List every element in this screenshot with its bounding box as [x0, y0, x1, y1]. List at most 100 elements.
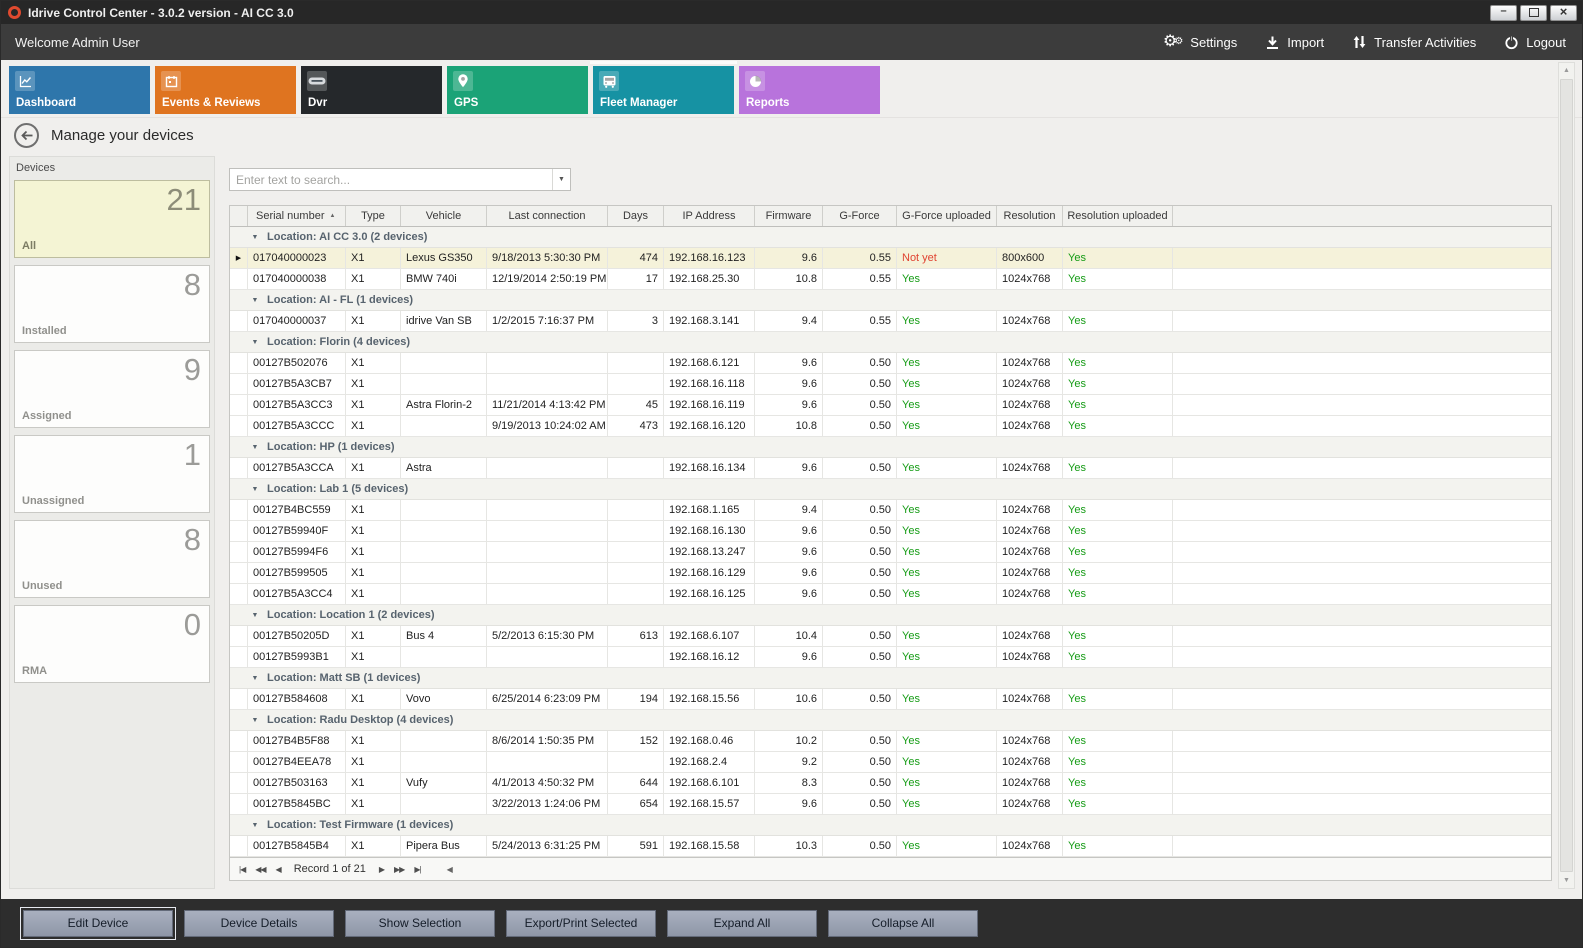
search-input[interactable] [230, 173, 552, 187]
table-row[interactable]: 00127B5845BCX13/22/2013 1:24:06 PM654192… [230, 794, 1551, 815]
table-row[interactable]: 00127B5993B1X1192.168.16.129.60.50Yes102… [230, 647, 1551, 668]
minimize-icon[interactable] [1490, 5, 1517, 21]
vertical-scrollbar[interactable] [1558, 62, 1575, 889]
filter-card-assigned[interactable]: 9Assigned [14, 350, 210, 428]
collapse-all-button[interactable]: Collapse All [828, 910, 978, 937]
close-icon[interactable] [1550, 5, 1577, 21]
tab-dashboard[interactable]: Dashboard [9, 66, 150, 114]
action-transfer[interactable]: Transfer Activities [1352, 35, 1476, 50]
group-row-location-ai-cc-3-0-2-devices[interactable]: Location: AI CC 3.0 (2 devices) [230, 227, 1551, 248]
tab-gps[interactable]: GPS [447, 66, 588, 114]
action-logout[interactable]: Logout [1504, 35, 1566, 50]
filter-card-all[interactable]: 21All [14, 180, 210, 258]
table-row[interactable]: 017040000037X1idrive Van SB1/2/2015 7:16… [230, 311, 1551, 332]
search-combobox[interactable] [229, 168, 571, 191]
action-settings[interactable]: ⚙⚙Settings [1163, 34, 1237, 50]
cell-vehicle [401, 542, 487, 562]
group-row-location-hp-1-devices[interactable]: Location: HP (1 devices) [230, 437, 1551, 458]
group-row-location-florin-4-devices[interactable]: Location: Florin (4 devices) [230, 332, 1551, 353]
prev-record-button[interactable] [275, 865, 282, 874]
cell-resolution-uploaded: Yes [1063, 794, 1173, 814]
group-row-location-test-firmware-1-devices[interactable]: Location: Test Firmware (1 devices) [230, 815, 1551, 836]
table-row[interactable]: 00127B5845B4X1Pipera Bus5/24/2013 6:31:2… [230, 836, 1551, 857]
line-chart-icon [15, 71, 35, 91]
group-row-location-matt-sb-1-devices[interactable]: Location: Matt SB (1 devices) [230, 668, 1551, 689]
column-header-firmware[interactable]: Firmware [755, 206, 823, 226]
device-details-button[interactable]: Device Details [184, 910, 334, 937]
back-button[interactable] [14, 123, 39, 148]
collapse-icon[interactable] [250, 234, 260, 241]
tab-dvr[interactable]: Dvr [301, 66, 442, 114]
prev-page-button[interactable] [254, 865, 266, 874]
table-row[interactable]: 00127B4EEA78X1192.168.2.49.20.50Yes1024x… [230, 752, 1551, 773]
expand-all-button[interactable]: Expand All [667, 910, 817, 937]
column-header-resolution-uploaded[interactable]: Resolution uploaded [1063, 206, 1173, 226]
h-scroll-left-icon[interactable] [446, 865, 453, 874]
show-selection-button[interactable]: Show Selection [345, 910, 495, 937]
filter-card-unused[interactable]: 8Unused [14, 520, 210, 598]
column-header-g-force[interactable]: G-Force [823, 206, 897, 226]
table-row[interactable]: 017040000038X1BMW 740i12/19/2014 2:50:19… [230, 269, 1551, 290]
column-header-g-force-uploaded[interactable]: G-Force uploaded [897, 206, 997, 226]
table-row[interactable]: 00127B4B5F88X18/6/2014 1:50:35 PM152192.… [230, 731, 1551, 752]
title-bar[interactable]: Idrive Control Center - 3.0.2 version - … [1, 1, 1582, 24]
column-header-resolution[interactable]: Resolution [997, 206, 1063, 226]
filter-card-installed[interactable]: 8Installed [14, 265, 210, 343]
collapse-icon[interactable] [250, 444, 260, 451]
next-page-button[interactable] [393, 865, 405, 874]
collapse-icon[interactable] [250, 486, 260, 493]
collapse-icon[interactable] [250, 339, 260, 346]
table-row[interactable]: 00127B50205DX1Bus 45/2/2013 6:15:30 PM61… [230, 626, 1551, 647]
edit-device-button[interactable]: Edit Device [23, 910, 173, 937]
row-indicator-cell [230, 794, 248, 814]
table-row[interactable]: 00127B599505X1192.168.16.1299.60.50Yes10… [230, 563, 1551, 584]
group-row-location-radu-desktop-4-devices[interactable]: Location: Radu Desktop (4 devices) [230, 710, 1551, 731]
table-row[interactable]: 00127B5A3CCCX19/19/2013 10:24:02 AM47319… [230, 416, 1551, 437]
filter-card-rma[interactable]: 0RMA [14, 605, 210, 683]
collapse-icon[interactable] [250, 717, 260, 724]
tab-events-reviews[interactable]: Events & Reviews [155, 66, 296, 114]
next-record-button[interactable] [378, 865, 385, 874]
table-row[interactable]: 00127B584608X1Vovo6/25/2014 6:23:09 PM19… [230, 689, 1551, 710]
cell-g-force: 0.50 [823, 794, 897, 814]
column-header-serial-number[interactable]: Serial number [248, 206, 346, 226]
export-print-selected-button[interactable]: Export/Print Selected [506, 910, 656, 937]
first-record-button[interactable] [238, 865, 246, 874]
chevron-down-icon[interactable] [552, 169, 570, 190]
group-row-location-lab-1-5-devices[interactable]: Location: Lab 1 (5 devices) [230, 479, 1551, 500]
table-row[interactable]: 00127B59940FX1192.168.16.1309.60.50Yes10… [230, 521, 1551, 542]
table-row[interactable]: 00127B5A3CB7X1192.168.16.1189.60.50Yes10… [230, 374, 1551, 395]
scrollbar-thumb[interactable] [1560, 79, 1573, 872]
footer-bar: Edit Device Device Details Show Selection E… [1, 899, 1582, 947]
table-row[interactable]: 017040000023X1Lexus GS3509/18/2013 5:30:… [230, 248, 1551, 269]
collapse-icon[interactable] [250, 822, 260, 829]
table-row[interactable]: 00127B503163X1Vufy4/1/2013 4:50:32 PM644… [230, 773, 1551, 794]
group-row-location-ai-fl-1-devices[interactable]: Location: AI - FL (1 devices) [230, 290, 1551, 311]
column-header-ip-address[interactable]: IP Address [664, 206, 755, 226]
table-row[interactable]: 00127B5A3CC3X1Astra Florin-211/21/2014 4… [230, 395, 1551, 416]
scroll-up-icon[interactable] [1563, 64, 1570, 77]
action-import[interactable]: Import [1265, 35, 1324, 50]
table-row[interactable]: 00127B5A3CCAX1Astra192.168.16.1349.60.50… [230, 458, 1551, 479]
scroll-down-icon[interactable] [1563, 874, 1570, 887]
row-indicator-cell [230, 836, 248, 856]
table-row[interactable]: 00127B502076X1192.168.6.1219.60.50Yes102… [230, 353, 1551, 374]
table-row[interactable]: 00127B5994F6X1192.168.13.2479.60.50Yes10… [230, 542, 1551, 563]
collapse-icon[interactable] [250, 297, 260, 304]
tab-fleet-manager[interactable]: Fleet Manager [593, 66, 734, 114]
column-header-type[interactable]: Type [346, 206, 401, 226]
table-row[interactable]: 00127B5A3CC4X1192.168.16.1259.60.50Yes10… [230, 584, 1551, 605]
tab-reports[interactable]: Reports [739, 66, 880, 114]
table-row[interactable]: 00127B4BC559X1192.168.1.1659.40.50Yes102… [230, 500, 1551, 521]
welcome-text: Welcome Admin User [15, 35, 140, 50]
maximize-icon[interactable] [1520, 5, 1547, 21]
last-record-button[interactable] [413, 865, 421, 874]
filter-card-unassigned[interactable]: 1Unassigned [14, 435, 210, 513]
column-header-last-connection[interactable]: Last connection [487, 206, 608, 226]
collapse-icon[interactable] [250, 675, 260, 682]
column-header-vehicle[interactable]: Vehicle [401, 206, 487, 226]
group-row-location-location-1-2-devices[interactable]: Location: Location 1 (2 devices) [230, 605, 1551, 626]
collapse-icon[interactable] [250, 612, 260, 619]
cell-type: X1 [346, 311, 401, 331]
column-header-days[interactable]: Days [608, 206, 664, 226]
